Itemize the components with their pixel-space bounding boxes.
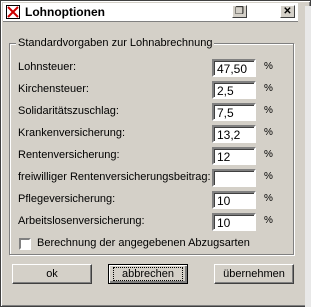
- rate-input[interactable]: [212, 169, 256, 187]
- rate-label: Kirchensteuer:: [18, 83, 89, 95]
- deduction-checkbox-label[interactable]: Berechnung der angegebenen Abzugsarten: [37, 237, 250, 249]
- deduction-checkbox[interactable]: [19, 238, 31, 250]
- window-title: Lohnoptionen: [25, 5, 105, 19]
- rate-input[interactable]: 10: [212, 191, 256, 209]
- group-title: Standardvorgaben zur Lohnabrechnung: [16, 37, 215, 49]
- restore-icon[interactable]: ❐: [232, 5, 247, 18]
- rate-label: Rentenversicherung:: [18, 149, 120, 161]
- rate-input[interactable]: 47,50: [212, 59, 256, 77]
- app-icon: [6, 5, 20, 19]
- rate-label: freiwilliger Rentenversicherungsbeitrag:: [18, 171, 211, 183]
- window-shadow: [305, 6, 311, 307]
- rate-input[interactable]: 13,2: [212, 125, 256, 143]
- cancel-button-label: abbrechen: [113, 266, 183, 281]
- rate-label: Krankenversicherung:: [18, 127, 126, 139]
- rate-label: Pflegeversicherung:: [18, 193, 116, 205]
- rate-input[interactable]: 12: [212, 147, 256, 165]
- apply-button[interactable]: übernehmen: [214, 264, 294, 284]
- cancel-button[interactable]: abbrechen: [108, 264, 188, 284]
- percent-unit: %: [264, 127, 273, 138]
- percent-unit: %: [264, 215, 273, 226]
- percent-unit: %: [264, 61, 273, 72]
- rate-label: Solidaritätszuschlag:: [18, 105, 119, 117]
- rate-label: Lohnsteuer:: [18, 61, 77, 73]
- percent-unit: %: [264, 171, 273, 182]
- rate-input[interactable]: 2,5: [212, 81, 256, 99]
- ok-button[interactable]: ok: [12, 264, 92, 284]
- rate-input[interactable]: 10: [212, 213, 256, 231]
- rate-label: Arbeitslosenversicherung:: [18, 215, 145, 227]
- percent-unit: %: [264, 105, 273, 116]
- close-icon[interactable]: ✕: [280, 5, 295, 18]
- rate-input[interactable]: 7,5: [212, 103, 256, 121]
- percent-unit: %: [264, 193, 273, 204]
- percent-unit: %: [264, 149, 273, 160]
- percent-unit: %: [264, 83, 273, 94]
- title-bar[interactable]: Lohnoptionen ❐ ✕: [3, 3, 298, 22]
